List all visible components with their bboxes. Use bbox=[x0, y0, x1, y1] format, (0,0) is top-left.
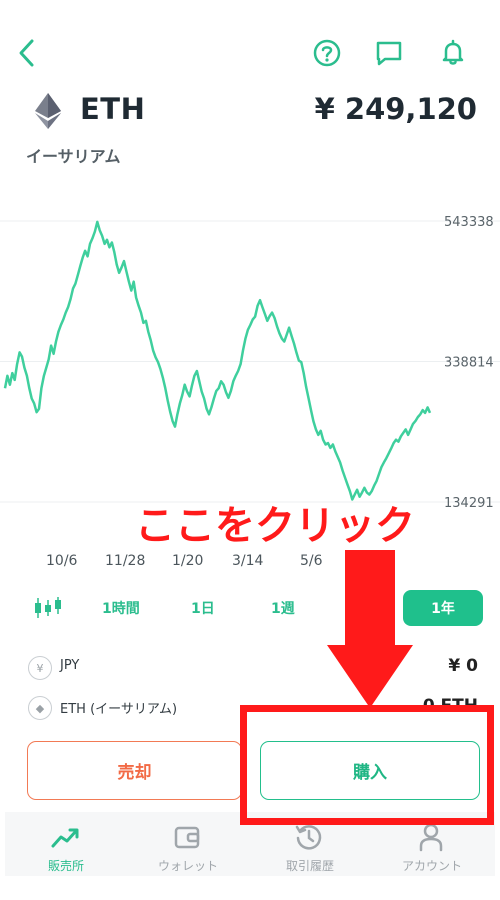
tab-label: ウォレット bbox=[157, 859, 218, 873]
tab-exchange[interactable]: 販売所 bbox=[5, 812, 127, 876]
y-tick-label: 338814 bbox=[444, 356, 494, 371]
balance-label: ETH (イーサリアム) bbox=[60, 702, 178, 717]
annotation-arrow bbox=[327, 550, 413, 708]
chevron-left-icon bbox=[19, 39, 34, 67]
asset-price: ¥ 249,120 bbox=[314, 92, 477, 126]
help-button[interactable] bbox=[310, 36, 344, 70]
period-1hour[interactable]: 1時間 bbox=[102, 598, 140, 618]
x-tick-label: 3/14 bbox=[232, 553, 264, 569]
x-tick-label: 11/28 bbox=[105, 553, 146, 569]
period-1week[interactable]: 1週 bbox=[271, 598, 295, 618]
x-tick-label: 10/6 bbox=[46, 553, 78, 569]
tab-label: 販売所 bbox=[47, 859, 84, 873]
balance-value: ¥ 0 bbox=[448, 656, 478, 676]
bell-icon bbox=[442, 39, 464, 65]
x-tick-label: 5/6 bbox=[300, 553, 323, 569]
tab-wallet[interactable]: ウォレット bbox=[127, 812, 249, 876]
balance-label: JPY bbox=[60, 658, 80, 673]
period-1day[interactable]: 1日 bbox=[191, 598, 215, 618]
ethereum-coin-icon: ◆ bbox=[28, 696, 52, 720]
x-tick-label: 1/20 bbox=[172, 553, 204, 569]
tab-label: 取引履歴 bbox=[285, 859, 334, 873]
yen-icon: ¥ bbox=[28, 656, 52, 680]
asset-symbol: ETH bbox=[80, 92, 146, 126]
history-icon bbox=[295, 825, 322, 850]
period-1year[interactable]: 1年 bbox=[403, 590, 483, 626]
ethereum-icon bbox=[35, 93, 61, 129]
annotation-text: ここをクリック bbox=[132, 500, 419, 553]
notification-button[interactable] bbox=[436, 36, 470, 70]
tab-label: アカウント bbox=[401, 859, 462, 873]
wallet-icon bbox=[174, 826, 200, 849]
candlestick-icon bbox=[35, 597, 61, 618]
question-circle-icon bbox=[313, 39, 341, 67]
candlestick-toggle[interactable] bbox=[33, 596, 63, 620]
y-tick-label: 543338 bbox=[444, 215, 494, 230]
chart-trend-icon bbox=[51, 828, 79, 848]
annotation-highlight-box bbox=[240, 705, 494, 825]
chat-button[interactable] bbox=[372, 36, 406, 70]
sell-button[interactable]: 売却 bbox=[27, 741, 242, 800]
svg-text:ここをクリック: ここをクリック bbox=[135, 503, 415, 549]
price-line-series bbox=[3, 220, 432, 501]
chat-icon bbox=[376, 41, 402, 66]
account-icon bbox=[419, 823, 443, 852]
back-button[interactable] bbox=[10, 36, 44, 70]
asset-name-ja: イーサリアム bbox=[26, 147, 121, 166]
